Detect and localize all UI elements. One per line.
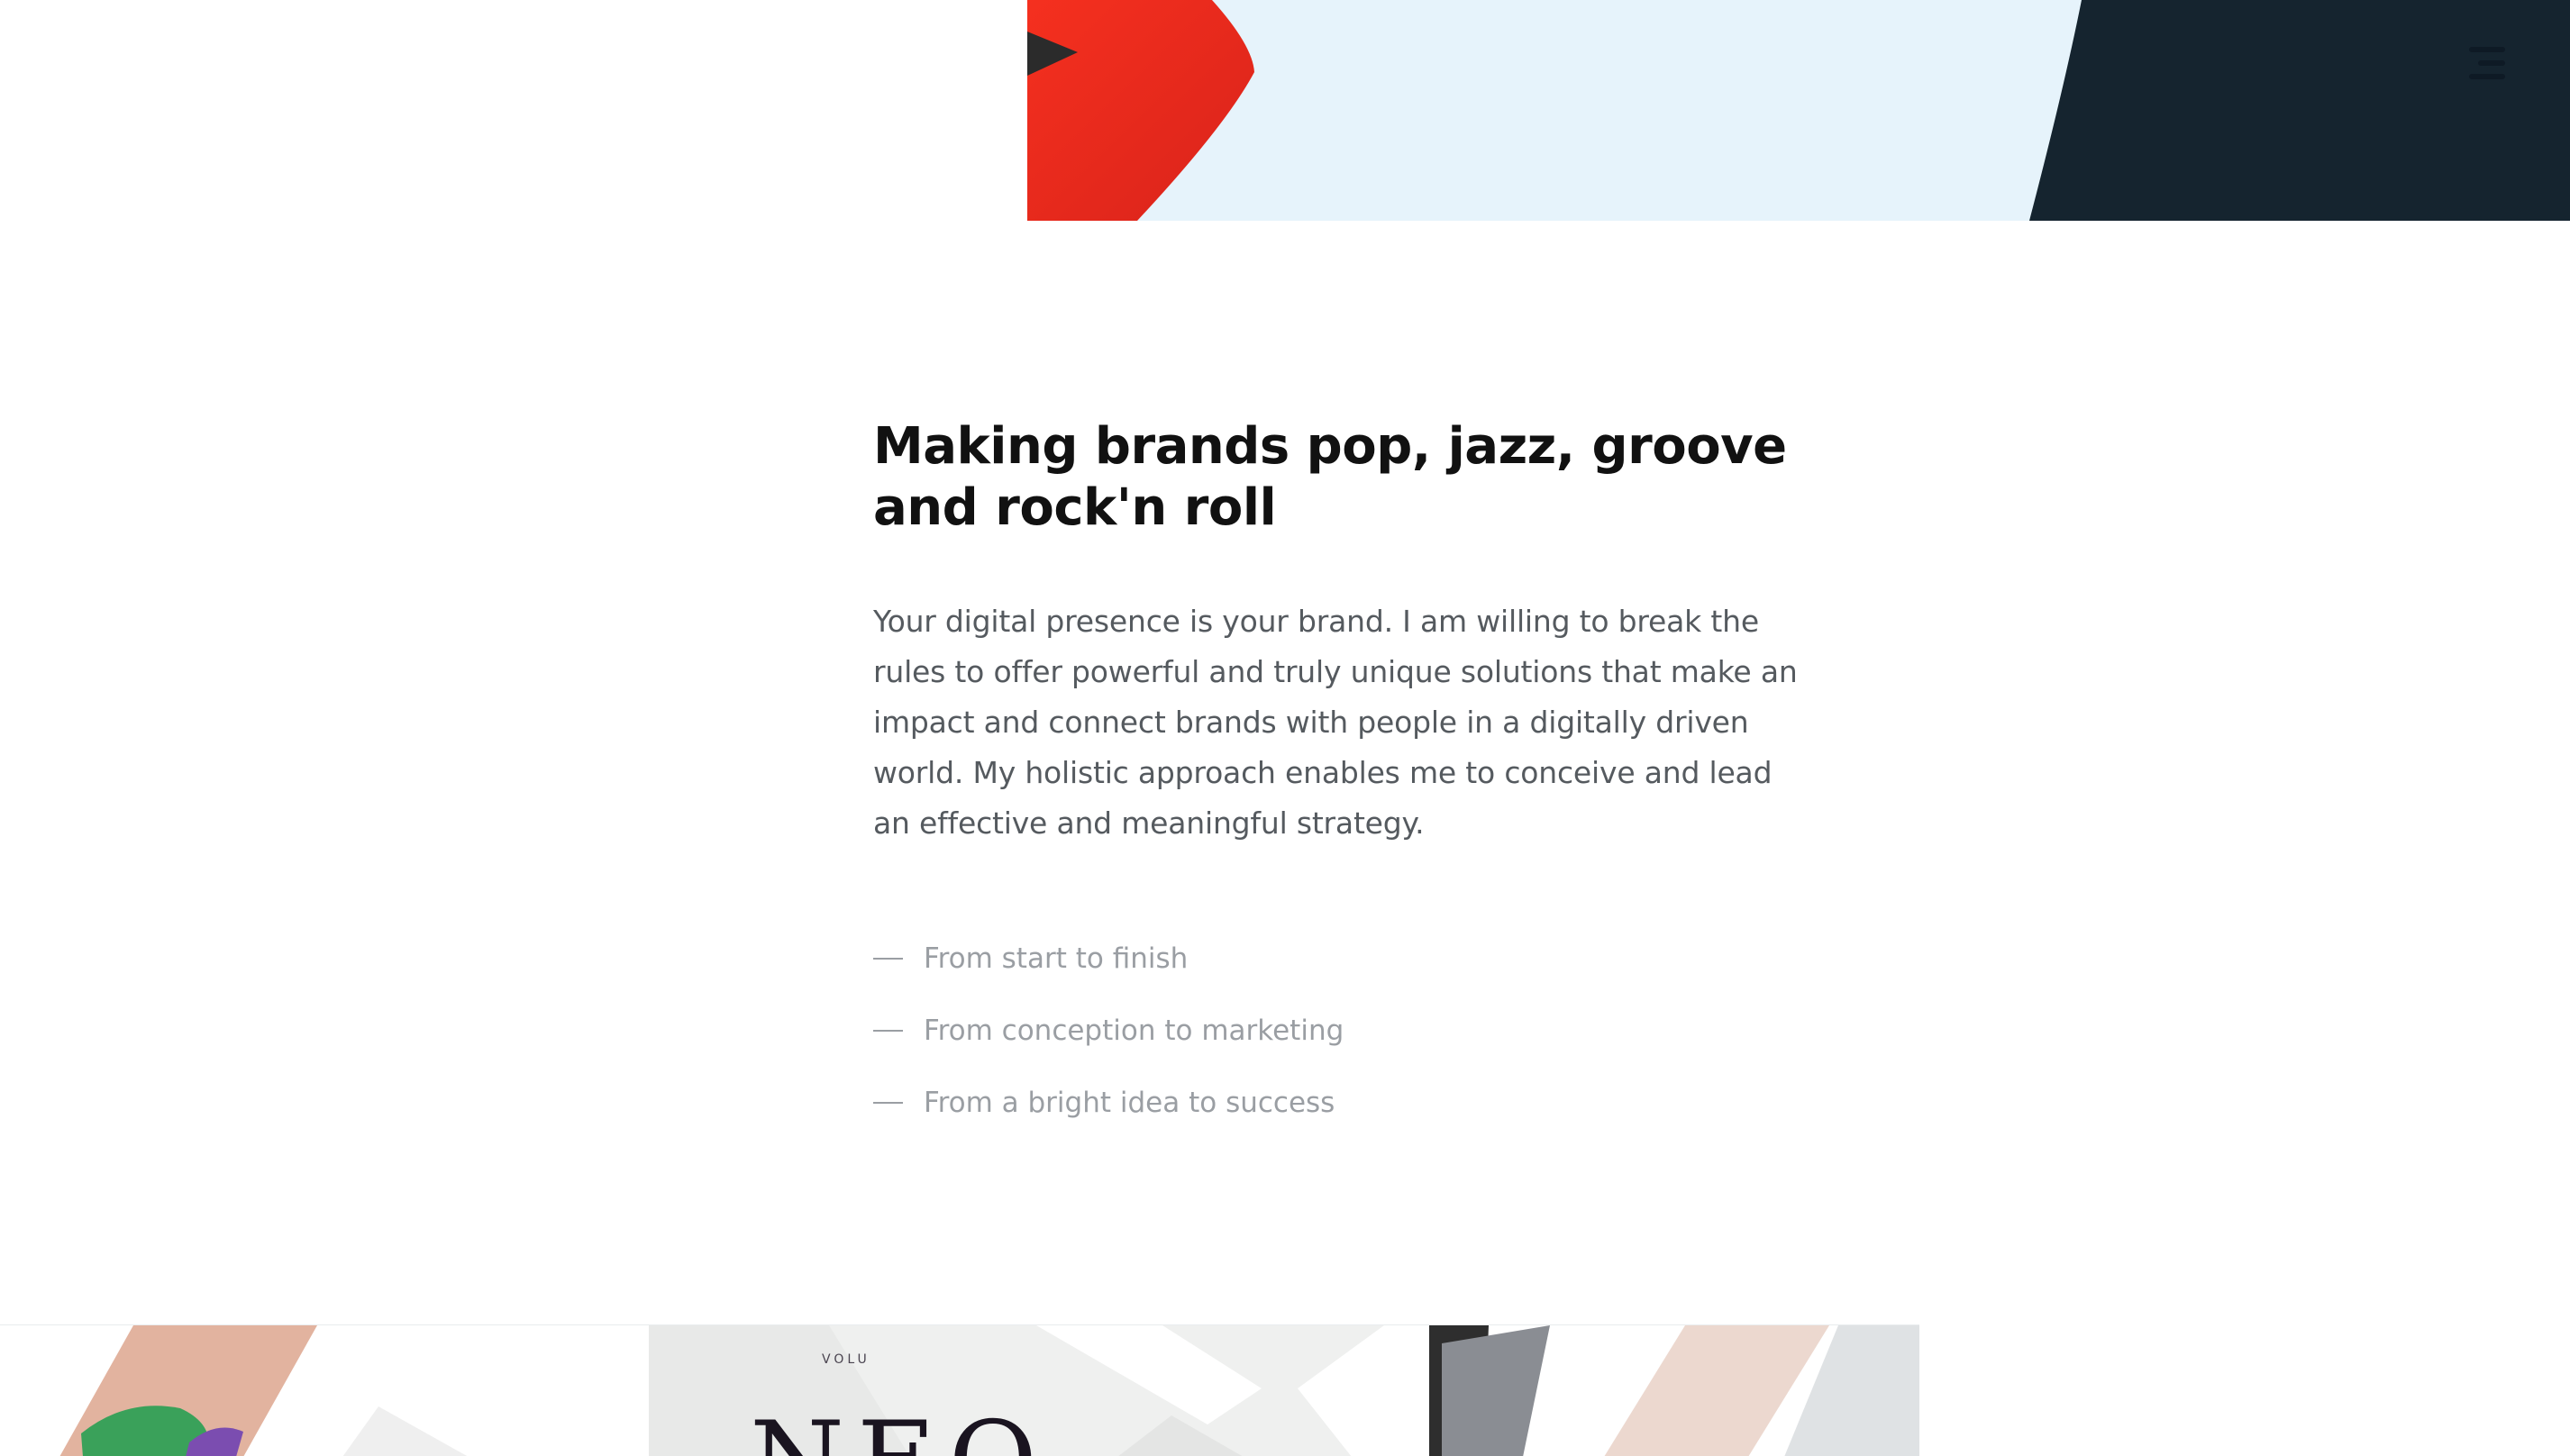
feature-text: From conception to marketing <box>924 1015 1344 1047</box>
intro-section: Making brands pop, jazz, groove and rock… <box>873 416 1815 1139</box>
feature-text: From a bright idea to success <box>924 1087 1335 1119</box>
intro-description: Your digital presence is your brand. I a… <box>873 604 1798 841</box>
portfolio-tile-1 <box>0 1325 649 1456</box>
dash-icon <box>873 1102 903 1104</box>
feature-item: From start to finish <box>873 923 1815 995</box>
portfolio-strip[interactable]: VOLU NEO <box>0 1324 1919 1456</box>
dash-icon <box>873 958 903 960</box>
magazine-title-text: NEO <box>750 1408 1050 1456</box>
navy-shape <box>2029 0 2570 221</box>
portfolio-tile-3 <box>1429 1325 1919 1456</box>
feature-item: From a bright idea to success <box>873 1067 1815 1139</box>
feature-list: From start to finish From conception to … <box>873 923 1815 1139</box>
hamburger-menu-icon[interactable] <box>2460 43 2505 83</box>
hero-illustration <box>1027 0 2570 221</box>
magazine-volume-text: VOLU <box>822 1352 870 1367</box>
feature-text: From start to finish <box>924 942 1189 975</box>
intro-heading: Making brands pop, jazz, groove and rock… <box>873 417 1787 537</box>
feature-item: From conception to marketing <box>873 995 1815 1067</box>
dash-icon <box>873 1030 903 1032</box>
